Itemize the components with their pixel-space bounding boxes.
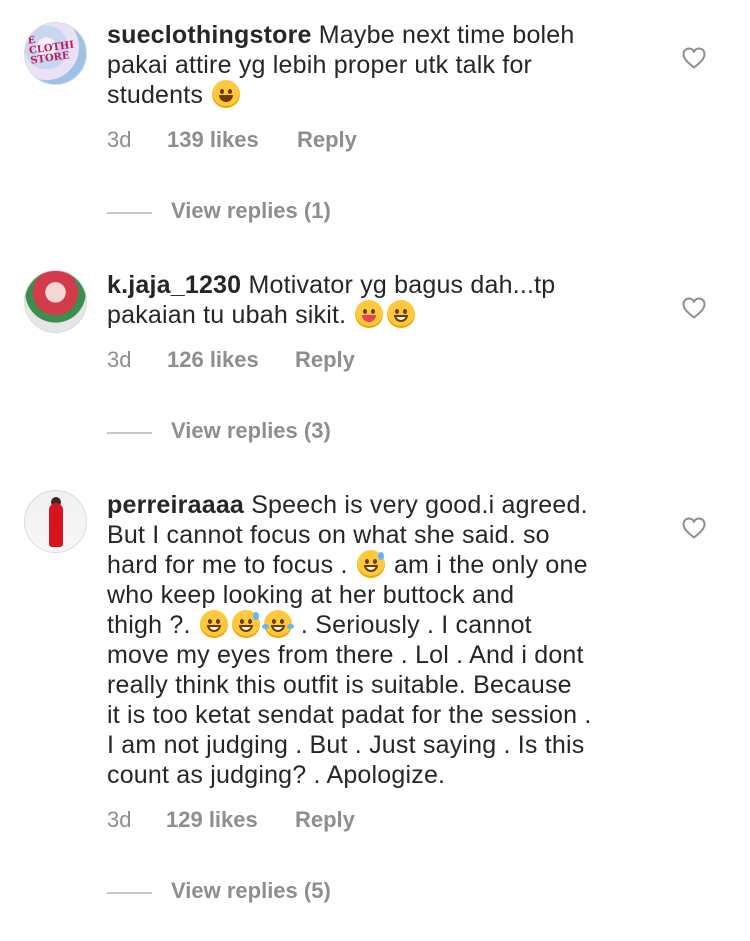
comment-body: it is too ketat sendat padat for the ses…	[107, 701, 592, 729]
heart-outline-icon[interactable]	[682, 47, 706, 69]
divider-line	[107, 892, 152, 894]
username[interactable]: k.jaja_1230	[107, 271, 241, 299]
reply-button[interactable]: Reply	[295, 347, 355, 373]
comment-text: perreiraaaa Speech is very good.i agreed…	[107, 490, 647, 790]
face-with-tears-of-joy-emoji	[261, 610, 294, 638]
likes-count[interactable]: 139 likes	[167, 127, 259, 153]
comment-body: hard for me to focus .	[107, 551, 348, 579]
grinning-face-emoji	[387, 300, 416, 328]
comment-text: sueclothingstore Maybe next time boleh p…	[107, 20, 647, 110]
comment-body: who keep looking at her buttock and	[107, 581, 515, 609]
comment-body: move my eyes from there . Lol . And i do…	[107, 641, 584, 669]
username[interactable]: sueclothingstore	[107, 21, 312, 49]
comment-body: pakaian tu ubah sikit.	[107, 301, 347, 329]
comment-body: Motivator yg bagus dah...tp	[248, 271, 556, 299]
avatar[interactable]: E CLOTHI STORE	[24, 22, 87, 85]
comment-body: pakai attire yg lebih proper utk talk fo…	[107, 51, 533, 79]
face-savoring-food-emoji	[355, 300, 384, 328]
comment-body: really think this outfit is suitable. Be…	[107, 671, 572, 699]
comment-body: am i the only one	[393, 551, 588, 579]
comment-body: . Seriously . I cannot	[300, 611, 532, 639]
grinning-face-with-sweat-emoji	[231, 610, 260, 638]
heart-outline-icon[interactable]	[682, 517, 706, 539]
comment-body: I am not judging . But . Just saying . I…	[107, 731, 585, 759]
likes-count[interactable]: 126 likes	[167, 347, 259, 373]
view-replies-label: View replies (1)	[171, 198, 331, 223]
avatar[interactable]	[24, 270, 87, 333]
likes-count[interactable]: 129 likes	[166, 807, 258, 833]
timestamp: 3d	[107, 807, 132, 832]
grinning-face-with-sweat-emoji	[356, 550, 385, 578]
divider-line	[107, 212, 152, 214]
grinning-squinting-face-emoji	[199, 610, 228, 638]
comment-body: students	[107, 81, 204, 109]
divider-line	[107, 432, 152, 434]
timestamp: 3d	[107, 347, 132, 372]
comment-body: Speech is very good.i agreed.	[251, 491, 588, 519]
reply-button[interactable]: Reply	[295, 807, 355, 833]
comment-text: k.jaja_1230 Motivator yg bagus dah...tp …	[107, 270, 647, 330]
avatar[interactable]	[24, 490, 87, 553]
reply-button[interactable]: Reply	[297, 127, 357, 153]
avatar-figure	[49, 503, 63, 547]
username[interactable]: perreiraaaa	[107, 491, 244, 519]
avatar-logo: E CLOTHI STORE	[27, 34, 75, 67]
comment-body: Maybe next time boleh	[318, 21, 575, 49]
timestamp: 3d	[107, 127, 132, 152]
comment-body: But I cannot focus on what she said. so	[107, 521, 550, 549]
comment-body: thigh ?.	[107, 611, 191, 639]
heart-outline-icon[interactable]	[682, 297, 706, 319]
view-replies-label: View replies (5)	[171, 878, 331, 903]
smiling-face-emoji	[212, 80, 241, 108]
view-replies-label: View replies (3)	[171, 418, 331, 443]
comment-body: count as judging? . Apologize.	[107, 761, 446, 789]
